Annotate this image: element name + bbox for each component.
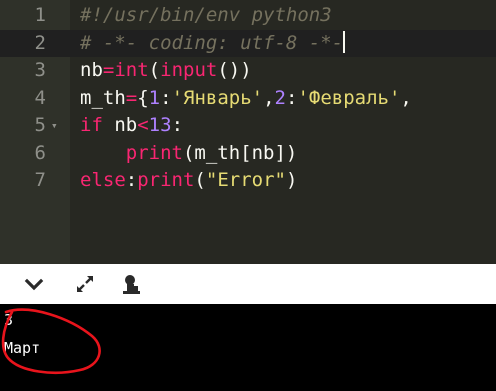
- code-line[interactable]: 5 ▾ if nb<13:: [0, 112, 496, 139]
- code-token: (m_th[nb]): [182, 141, 298, 164]
- line-number: 3: [34, 59, 46, 81]
- code-token: (: [194, 169, 206, 191]
- line-number: 7: [34, 169, 46, 191]
- code-token: =: [102, 59, 115, 81]
- code-token: 2: [274, 86, 286, 109]
- code-token: 13: [148, 114, 172, 136]
- code-token: #!/usr/bin/env python3: [80, 4, 332, 26]
- code-text: if nb<13:: [80, 112, 183, 139]
- output-toolbar: [0, 264, 496, 304]
- output-line-result: Март: [4, 339, 41, 357]
- code-token: {: [137, 86, 149, 109]
- output-line-input: 3: [4, 311, 14, 329]
- line-number: 2: [34, 31, 46, 54]
- code-token: int: [114, 59, 149, 81]
- line-number: 1: [34, 4, 46, 26]
- code-token: 1: [148, 86, 161, 109]
- line-number: 6: [34, 141, 46, 164]
- console-output: 3 Март: [0, 304, 496, 391]
- chevron-down-icon[interactable]: [22, 272, 46, 296]
- code-token: m_th: [80, 86, 126, 109]
- code-token: if: [80, 114, 103, 136]
- code-token: 'Январь': [171, 86, 264, 109]
- line-number: 4: [34, 86, 46, 109]
- code-token: 'Февраль': [297, 86, 401, 109]
- code-line[interactable]: 6 print(m_th[nb]): [0, 140, 496, 167]
- code-token: :: [171, 114, 184, 136]
- code-line[interactable]: 3 nb=int(input()): [0, 57, 496, 84]
- code-token: ): [285, 169, 298, 191]
- code-line[interactable]: 4 m_th={1:'Январь',2:'Февраль',: [0, 85, 496, 112]
- code-token: print: [125, 141, 183, 164]
- code-editor[interactable]: 1 #!/usr/bin/env python3 2 # -*- coding: ut…: [0, 0, 496, 264]
- code-token: print: [137, 169, 195, 191]
- expand-icon[interactable]: [73, 272, 97, 296]
- code-line[interactable]: 7 else:print("Error"): [0, 167, 496, 194]
- code-text: #!/usr/bin/env python3: [80, 2, 332, 29]
- code-token: else: [80, 169, 126, 191]
- code-token: ()): [217, 59, 252, 81]
- code-token: :: [160, 86, 172, 109]
- code-token: :: [125, 169, 138, 191]
- code-text: nb=int(input()): [80, 57, 252, 84]
- code-token: nb: [80, 59, 103, 81]
- code-token: ,: [263, 86, 275, 109]
- code-text: else:print("Error"): [80, 167, 297, 194]
- code-text: m_th={1:'Январь',2:'Февраль',: [80, 85, 412, 112]
- code-token: "Error": [205, 169, 286, 191]
- code-token: # -*- coding: utf-8 -*-: [80, 31, 344, 54]
- fold-toggle-icon[interactable]: ▾: [51, 112, 58, 139]
- code-line[interactable]: 2 # -*- coding: utf-8 -*-: [0, 29, 496, 57]
- code-token: (: [148, 59, 161, 81]
- code-text: print(m_th[nb]): [80, 140, 298, 167]
- code-token: ,: [400, 86, 412, 109]
- code-token: nb: [102, 114, 138, 136]
- code-token: <: [137, 114, 149, 136]
- line-number: 5: [34, 114, 46, 136]
- code-text: # -*- coding: utf-8 -*-: [80, 30, 346, 57]
- code-token: =: [125, 86, 138, 109]
- code-line[interactable]: 1 #!/usr/bin/env python3: [0, 2, 496, 29]
- code-token: input: [160, 59, 218, 81]
- text-cursor: [343, 30, 346, 53]
- code-token: :: [286, 86, 298, 109]
- run-icon[interactable]: [119, 272, 145, 296]
